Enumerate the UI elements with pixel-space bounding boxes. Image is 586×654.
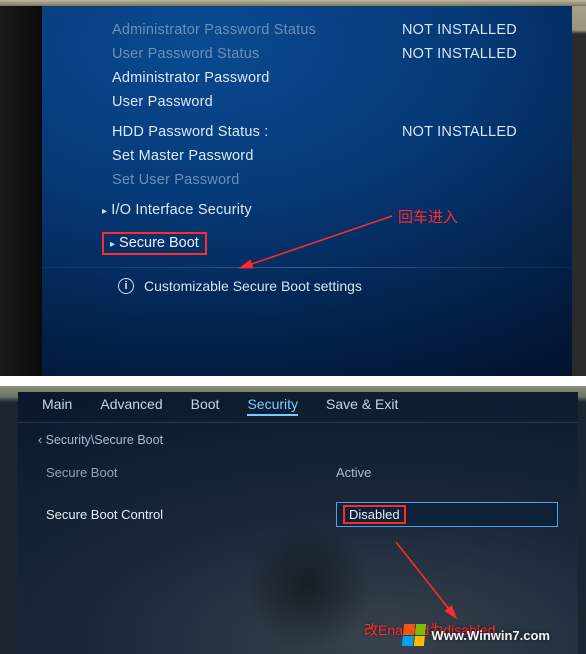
label: User Password Status xyxy=(112,46,402,62)
windows-logo-icon xyxy=(402,624,426,646)
row-admin-pwd[interactable]: Administrator Password xyxy=(42,66,572,90)
watermark: Www.Winwin7.com xyxy=(403,624,550,646)
image-gap xyxy=(0,376,586,386)
secure-boot-control-field[interactable]: Disabled xyxy=(336,502,558,527)
row-user-pwd-status: User Password Status NOT INSTALLED xyxy=(42,42,572,66)
bios-security-screenshot-1: Administrator Password Status NOT INSTAL… xyxy=(0,0,586,376)
annotation-arrow-icon xyxy=(378,540,488,630)
label: HDD Password Status : xyxy=(112,124,402,140)
label: Secure Boot xyxy=(46,465,336,480)
row-secure-boot-control[interactable]: Secure Boot Control Disabled xyxy=(18,498,578,531)
bios-screen: Main Advanced Boot Security Save & Exit … xyxy=(18,392,578,654)
row-set-master-pwd[interactable]: Set Master Password xyxy=(42,144,572,168)
label: Secure Boot Control xyxy=(46,507,336,522)
row-set-user-pwd[interactable]: Set User Password xyxy=(42,168,572,192)
watermark-text: Www.Winwin7.com xyxy=(431,628,550,643)
tab-save-exit[interactable]: Save & Exit xyxy=(326,396,398,416)
submenu-caret-icon xyxy=(102,202,111,218)
value: NOT INSTALLED xyxy=(402,46,517,62)
row-secure-boot-state: Secure Boot Active xyxy=(18,461,578,484)
label: User Password xyxy=(112,94,402,110)
bios-screen: Administrator Password Status NOT INSTAL… xyxy=(42,6,572,376)
annotation-text: 回车进入 xyxy=(398,206,458,227)
tab-main[interactable]: Main xyxy=(42,396,72,416)
bios-tab-bar: Main Advanced Boot Security Save & Exit xyxy=(18,392,578,423)
value: NOT INSTALLED xyxy=(402,124,517,140)
back-caret-icon xyxy=(38,433,46,447)
tab-advanced[interactable]: Advanced xyxy=(100,396,162,416)
label: Secure Boot xyxy=(119,235,199,251)
footer-text: Customizable Secure Boot settings xyxy=(144,278,362,294)
tab-boot[interactable]: Boot xyxy=(191,396,220,416)
secure-boot-highlight-box: Secure Boot xyxy=(102,232,207,255)
laptop-left-bezel xyxy=(0,6,42,376)
value-highlight-box: Disabled xyxy=(343,505,406,524)
row-user-pwd[interactable]: User Password xyxy=(42,90,572,114)
submenu-caret-icon xyxy=(110,235,119,251)
label: Set Master Password xyxy=(112,148,402,164)
footer-hint: i Customizable Secure Boot settings xyxy=(42,278,572,294)
row-secure-boot[interactable]: Secure Boot xyxy=(42,232,572,255)
breadcrumb[interactable]: Security\Secure Boot xyxy=(18,423,578,447)
value: Active xyxy=(336,465,371,480)
value: NOT INSTALLED xyxy=(402,22,517,38)
label: I/O Interface Security xyxy=(111,202,252,218)
divider xyxy=(42,267,572,268)
row-hdd-pwd-status: HDD Password Status : NOT INSTALLED xyxy=(42,120,572,144)
label: Set User Password xyxy=(112,172,402,188)
breadcrumb-text: Security\Secure Boot xyxy=(46,433,163,447)
row-admin-pwd-status: Administrator Password Status NOT INSTAL… xyxy=(42,18,572,42)
row-io-interface-security[interactable]: I/O Interface Security xyxy=(42,198,572,222)
info-icon: i xyxy=(118,278,134,294)
tab-security[interactable]: Security xyxy=(247,396,298,416)
label: Administrator Password Status xyxy=(112,22,402,38)
bios-security-screenshot-2: Main Advanced Boot Security Save & Exit … xyxy=(0,386,586,654)
label: Administrator Password xyxy=(112,70,402,86)
value: Disabled xyxy=(349,507,400,522)
